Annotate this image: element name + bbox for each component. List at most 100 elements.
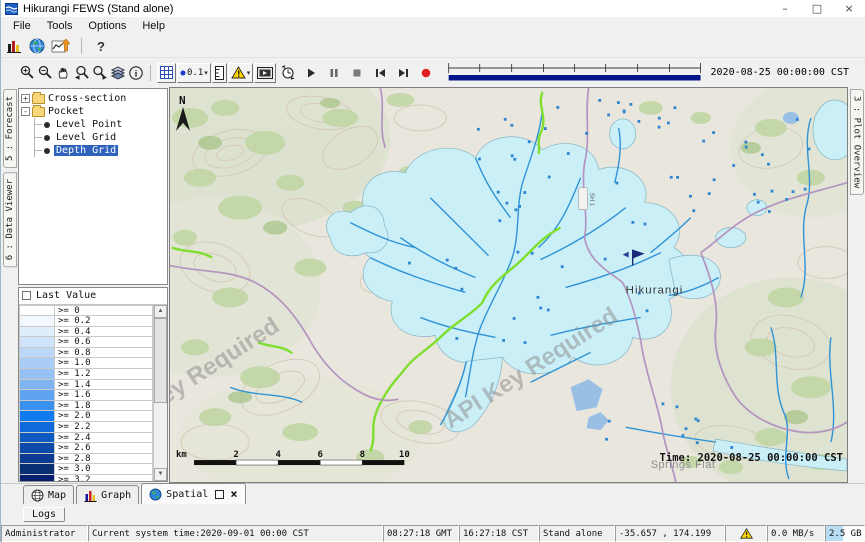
scroll-down-icon[interactable]: ▼	[154, 468, 167, 481]
legend-row: >= 3.2	[19, 474, 153, 481]
legend-color-swatch	[19, 389, 55, 400]
status-warning-cell[interactable]	[725, 525, 767, 542]
spatial-display-icon[interactable]	[51, 38, 70, 55]
status-gmt-time: 08:27:18 GMT	[383, 525, 459, 542]
legend-value-label: >= 0	[55, 305, 153, 316]
tree-leaf[interactable]: Level Grid	[35, 131, 165, 144]
time-settings-button[interactable]	[277, 63, 299, 83]
logs-row: Logs	[1, 504, 865, 525]
legend-color-swatch	[19, 463, 55, 474]
legend-row: >= 2.0	[19, 410, 153, 421]
play-button[interactable]	[300, 63, 322, 83]
record-button[interactable]	[415, 63, 437, 83]
tree-leaf[interactable]: Depth Grid	[35, 144, 165, 157]
zoom-out-button[interactable]	[37, 63, 54, 83]
scroll-thumb[interactable]	[154, 318, 167, 403]
dot-icon	[180, 70, 186, 76]
animation-player-button[interactable]	[254, 63, 276, 83]
tree-node-cross-section[interactable]: + Cross-section	[21, 92, 165, 105]
scale-dropdown[interactable]: 0.1 ▾	[177, 63, 211, 83]
close-panel-icon[interactable]: ×	[230, 490, 237, 499]
menu-item[interactable]: File	[5, 19, 39, 33]
ruler-button[interactable]	[212, 63, 227, 83]
bullet-icon	[44, 122, 50, 128]
menu-bar: FileToolsOptionsHelp	[1, 17, 865, 35]
globe-icon	[149, 488, 162, 501]
status-local-time: 16:27:18 CST	[459, 525, 539, 542]
legend-row: >= 3.0	[19, 463, 153, 474]
menu-item[interactable]: Help	[134, 19, 173, 33]
bottom-tab-bar: Map Graph Spatial ×	[1, 483, 865, 504]
legend-value-label: >= 0.2	[55, 315, 153, 326]
legend-scrollbar[interactable]: ▲ ▼	[153, 305, 167, 482]
legend-value-label: >= 1.0	[55, 357, 153, 368]
time-slider[interactable]	[446, 61, 703, 85]
logs-button[interactable]: Logs	[23, 507, 65, 522]
chevron-down-icon: ▾	[204, 69, 208, 77]
legend-color-swatch	[19, 336, 55, 347]
close-button[interactable]: ×	[833, 1, 865, 17]
tab-data-viewer[interactable]: 6 : Data Viewer	[3, 172, 17, 267]
layers-button[interactable]	[109, 63, 126, 83]
legend-color-swatch	[19, 400, 55, 411]
legend-color-swatch	[19, 379, 55, 390]
menu-item[interactable]: Options	[80, 19, 134, 33]
legend-row: >= 1.8	[19, 400, 153, 411]
legend-value-label: >= 1.2	[55, 368, 153, 379]
last-value-checkbox[interactable]	[22, 291, 31, 300]
legend-value-label: >= 2.6	[55, 442, 153, 453]
expand-icon[interactable]: +	[21, 94, 30, 103]
wireframe-globe-icon	[31, 489, 44, 502]
help-button[interactable]: ?	[93, 39, 109, 54]
legend-value-label: >= 2.0	[55, 410, 153, 421]
maximize-panel-icon[interactable]	[215, 490, 224, 499]
pan-hand-button[interactable]	[55, 63, 72, 83]
legend-row: >= 0.2	[19, 315, 153, 326]
zoom-previous-button[interactable]	[73, 63, 90, 83]
warning-dropdown[interactable]: ▾	[228, 63, 254, 83]
zoom-in-button[interactable]	[19, 63, 36, 83]
svg-text:2: 2	[233, 450, 238, 460]
collapse-icon[interactable]: -	[21, 107, 30, 116]
tab-spatial[interactable]: Spatial ×	[141, 483, 245, 504]
maximize-button[interactable]: □	[801, 1, 833, 17]
info-button[interactable]: i	[127, 63, 144, 83]
status-system-time: Current system time:2020-09-01 00:00 CST	[88, 525, 383, 542]
tree-node-pocket[interactable]: - Pocket	[21, 105, 165, 118]
stop-button[interactable]	[346, 63, 368, 83]
tree-leaf-label[interactable]: Level Grid	[54, 132, 118, 143]
main-toolbar: ?	[1, 35, 865, 57]
tree-node-label[interactable]: Cross-section	[48, 93, 126, 104]
tree-children: Level Point Level Grid Depth Grid	[34, 118, 165, 157]
graphs-icon[interactable]	[6, 38, 23, 54]
tab-map[interactable]: Map	[23, 485, 74, 504]
tab-graph[interactable]: Graph	[76, 485, 139, 504]
svg-text:10: 10	[399, 450, 410, 460]
scroll-up-icon[interactable]: ▲	[154, 305, 167, 318]
grid-display-button[interactable]	[157, 63, 176, 83]
svg-text:i: i	[134, 68, 137, 78]
left-panel: + Cross-section - Pocket Level Poin	[18, 87, 169, 483]
zoom-next-button[interactable]	[91, 63, 108, 83]
tab-forecast[interactable]: 5 : Forecast	[3, 89, 17, 168]
minimize-button[interactable]: –	[769, 1, 801, 17]
tree-leaf[interactable]: Level Point	[35, 118, 165, 131]
legend-row: >= 2.8	[19, 453, 153, 464]
svg-text:4: 4	[275, 450, 280, 460]
legend-color-swatch	[19, 453, 55, 464]
tree-leaf-label[interactable]: Level Point	[54, 119, 124, 130]
tab-plot-overview[interactable]: 3 : Plot Overview	[850, 89, 864, 195]
menu-item[interactable]: Tools	[39, 19, 81, 33]
window-title: Hikurangi FEWS (Stand alone)	[23, 3, 173, 15]
legend-row: >= 1.0	[19, 357, 153, 368]
current-time-display: 2020-08-25 00:00:00 CST	[711, 67, 849, 78]
title-bar: Hikurangi FEWS (Stand alone) – □ ×	[1, 0, 865, 17]
globe-map-icon[interactable]	[29, 38, 45, 54]
pause-button[interactable]	[323, 63, 345, 83]
status-bar: Administrator Current system time:2020-0…	[1, 525, 865, 542]
go-to-end-button[interactable]	[392, 63, 414, 83]
tree-leaf-label[interactable]: Depth Grid	[54, 145, 118, 156]
map-viewport[interactable]: SH 1 API Key Required API Key Required H…	[169, 87, 848, 483]
tree-node-label[interactable]: Pocket	[48, 106, 84, 117]
go-to-start-button[interactable]	[369, 63, 391, 83]
